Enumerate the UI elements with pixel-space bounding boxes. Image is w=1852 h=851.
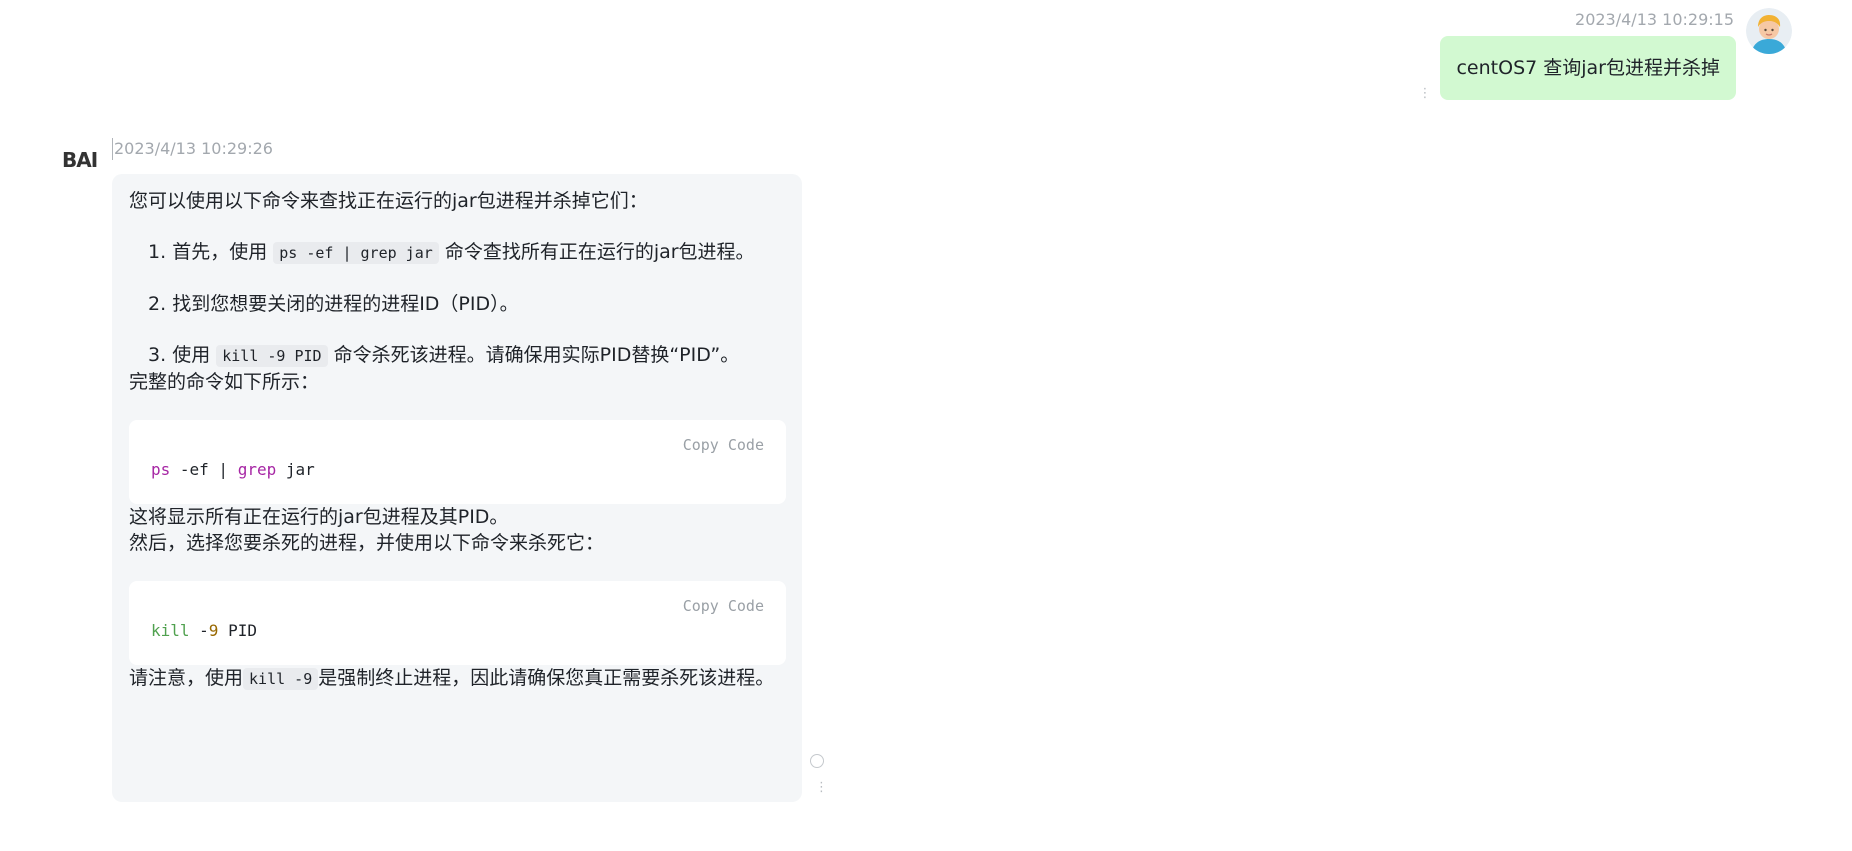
code-line: ps -ef | grep jar	[151, 457, 315, 483]
step-number: 3.	[148, 344, 167, 366]
inline-code: kill -9 PID	[216, 345, 328, 367]
code-token: kill	[151, 621, 190, 640]
list-item: 3. 使用 kill -9 PID 命令杀死该进程。请确保用实际PID替换“PI…	[148, 342, 786, 369]
user-message: 2023/4/13 10:29:15 ⋮ centOS7 查询jar包进程并杀掉	[1418, 8, 1792, 100]
step-number: 2.	[148, 293, 167, 315]
code-token: -	[189, 621, 209, 640]
code-token: grep	[237, 460, 277, 479]
list-item: 2. 找到您想要关闭的进程的进程ID（PID）。	[148, 291, 786, 317]
final-note: 请注意，使用 kill -9 是强制终止进程，因此请确保您真正需要杀死该进程。	[129, 665, 786, 692]
user-avatar-icon[interactable]	[1746, 8, 1792, 54]
loading-circle-icon[interactable]	[810, 754, 824, 768]
bot-message-timestamp: 2023/4/13 10:29:26	[112, 138, 273, 160]
code-token: jar	[276, 460, 315, 479]
code-token: PID	[218, 621, 257, 640]
code-token: -ef |	[170, 460, 238, 479]
bot-intro-text: 您可以使用以下命令来查找正在运行的jar包进程并杀掉它们：	[129, 190, 648, 212]
copy-code-button[interactable]: Copy Code	[683, 593, 764, 619]
step-text: 首先，使用	[172, 241, 268, 263]
code-token: ps	[151, 460, 171, 479]
after-code-text: 然后，选择您要杀死的进程，并使用以下命令来杀死它：	[129, 532, 605, 554]
inline-code: kill -9	[243, 668, 319, 690]
code-block: Copy Code ps -ef | grep jar	[129, 420, 786, 504]
user-message-more-icon[interactable]: ⋮	[1418, 87, 1431, 100]
step-text: 使用	[172, 344, 211, 366]
user-message-timestamp: 2023/4/13 10:29:15	[1575, 10, 1734, 29]
step-text: 命令杀死该进程。请确保用实际PID替换“PID”。	[333, 344, 740, 366]
list-item: 1. 首先，使用 ps -ef | grep jar 命令查找所有正在运行的ja…	[148, 239, 786, 266]
step-text: 命令查找所有正在运行的jar包进程。	[444, 241, 755, 263]
chat-page: 2023/4/13 10:29:15 ⋮ centOS7 查询jar包进程并杀掉…	[0, 0, 1852, 851]
bot-logo: BAI	[62, 148, 98, 172]
code-line: kill -9 PID	[151, 618, 257, 644]
inline-code: ps -ef | grep jar	[273, 242, 439, 264]
final-note-text: 请注意，使用	[129, 667, 244, 689]
code-block: Copy Code kill -9 PID	[129, 581, 786, 665]
steps-list: 1. 首先，使用 ps -ef | grep jar 命令查找所有正在运行的ja…	[129, 239, 786, 369]
user-message-bubble: centOS7 查询jar包进程并杀掉	[1440, 36, 1736, 100]
bot-message-more-icon[interactable]: ⋮	[815, 781, 828, 794]
step-number: 1.	[148, 241, 167, 263]
final-note-text: 是强制终止进程，因此请确保您真正需要杀死该进程。	[318, 667, 775, 689]
bot-message-bubble: 您可以使用以下命令来查找正在运行的jar包进程并杀掉它们： 1. 首先，使用 p…	[112, 174, 802, 802]
step-text: 找到您想要关闭的进程的进程ID（PID）。	[172, 293, 519, 315]
full-command-label: 完整的命令如下所示：	[129, 371, 320, 393]
code-token: 9	[208, 621, 219, 640]
copy-code-button[interactable]: Copy Code	[683, 432, 764, 458]
after-code-text: 这将显示所有正在运行的jar包进程及其PID。	[129, 506, 509, 528]
